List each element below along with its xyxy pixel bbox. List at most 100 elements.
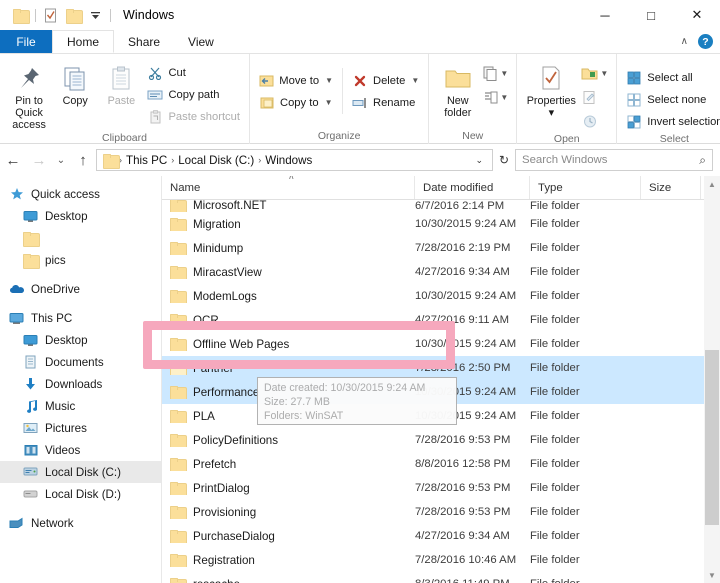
search-icon[interactable]: ⌕ [699,153,706,168]
maximize-button[interactable]: □ [628,0,674,30]
sidebar-item-videos[interactable]: Videos [0,439,161,461]
qat-folder-icon[interactable] [9,4,31,26]
copy-to-button[interactable]: Copy to ▼ [256,92,336,113]
easy-access-row[interactable]: ▼ [482,86,508,108]
select-none-button[interactable]: Select none [623,89,720,110]
ribbon-group-organize: Move to ▼ Copy to ▼ Delete ▼ Rename Orga… [250,54,430,144]
table-row[interactable]: Minidump 7/28/2016 2:19 PM File folder [162,236,720,260]
back-button[interactable]: ← [0,152,26,169]
breadcrumb-dropdown-icon[interactable]: ⌄ [470,155,488,166]
tab-view[interactable]: View [174,30,228,53]
column-header-type[interactable]: Type [530,176,641,199]
paste-shortcut-button[interactable]: Paste shortcut [144,106,243,127]
row-date: 6/7/2016 2:14 PM [415,200,505,212]
move-to-button[interactable]: Move to ▼ [256,70,336,91]
sidebar-item-unnamed-folder[interactable] [0,227,161,249]
row-name-cell: Minidump [162,241,415,255]
table-row[interactable]: PolicyDefinitions 7/28/2016 9:53 PM File… [162,428,720,452]
table-row[interactable]: PurchaseDialog 4/27/2016 9:34 AM File fo… [162,524,720,548]
invert-selection-button[interactable]: Invert selection [623,111,720,132]
table-row[interactable]: Offline Web Pages 10/30/2015 9:24 AM Fil… [162,332,720,356]
table-row[interactable]: ModemLogs 10/30/2015 9:24 AM File folder [162,284,720,308]
table-row[interactable]: Registration 7/28/2016 10:46 AM File fol… [162,548,720,572]
open-with-caret-icon[interactable]: ▼ [600,69,608,78]
select-none-icon [626,92,642,108]
column-header-name[interactable]: ∧ Name [162,176,415,199]
sidebar-item-quick-access[interactable]: Quick access [0,183,161,205]
sidebar-item-documents[interactable]: Documents [0,351,161,373]
tab-file[interactable]: File [0,30,52,53]
breadcrumb-this-pc[interactable]: This PC [123,154,170,167]
qat-divider [35,8,36,22]
paste-button[interactable]: Paste [98,60,144,107]
qat-properties-icon[interactable] [40,4,62,26]
sidebar-item-this-pc[interactable]: This PC [0,307,161,329]
copy-to-caret-icon[interactable]: ▼ [325,98,333,107]
qat-new-folder-icon[interactable] [62,4,84,26]
delete-caret-icon[interactable]: ▼ [411,76,419,85]
move-to-caret-icon[interactable]: ▼ [325,76,333,85]
copy-path-button[interactable]: Copy path [144,84,243,105]
sidebar-item-desktop[interactable]: Desktop [0,329,161,351]
breadcrumb-local-disk-c[interactable]: Local Disk (C:) [175,154,257,167]
recent-locations-button[interactable]: ⌄ [52,155,70,166]
folder-icon [170,409,187,423]
open-with-row[interactable]: ▼ [581,62,608,84]
table-row[interactable]: OCR 4/27/2016 9:11 AM File folder [162,308,720,332]
sidebar-item-network[interactable]: Network [0,512,161,534]
forward-button[interactable]: → [26,152,52,169]
up-button[interactable]: ↑ [70,152,96,169]
pin-to-quick-access-button[interactable]: Pin to Quick access [6,60,52,131]
scroll-down-arrow[interactable]: ▼ [704,567,720,583]
table-row[interactable]: Migration 10/30/2015 9:24 AM File folder [162,212,720,236]
select-all-button[interactable]: Select all [623,67,720,88]
collapse-ribbon-icon[interactable]: ∧ [681,36,688,47]
folder-icon [170,289,187,303]
vertical-scrollbar[interactable]: ▲ ▼ [704,176,720,583]
file-explorer-window: Windows ─ □ ✕ File Home Share View ∧ ? P… [0,0,720,583]
search-box[interactable]: Search Windows ⌕ [515,149,713,171]
minimize-button[interactable]: ─ [582,0,628,30]
table-row[interactable]: Provisioning 7/28/2016 9:53 PM File fold… [162,500,720,524]
column-header-date-modified[interactable]: Date modified [415,176,530,199]
rename-button[interactable]: Rename [349,92,422,113]
history-row[interactable] [581,110,608,132]
sidebar-label-this-pc: This PC [31,311,73,325]
edit-row[interactable] [581,86,608,108]
refresh-button[interactable]: ↻ [493,153,515,167]
sidebar-item-music[interactable]: Music [0,395,161,417]
sidebar-item-pics[interactable]: pics [0,249,161,271]
tab-home[interactable]: Home [52,30,115,53]
table-row[interactable]: Microsoft.NET 6/7/2016 2:14 PM File fold… [162,200,720,212]
sidebar-item-local-disk-d[interactable]: Local Disk (D:) [0,483,161,505]
breadcrumb-windows[interactable]: Windows [262,154,315,167]
scrollbar-thumb[interactable] [705,350,719,525]
sidebar-item-onedrive[interactable]: OneDrive [0,278,161,300]
qat-customize-button[interactable] [84,4,106,26]
properties-button-caret[interactable]: ▾ [549,107,554,119]
new-folder-button[interactable]: New folder [435,60,480,119]
table-row[interactable]: PrintDialog 7/28/2016 9:53 PM File folde… [162,476,720,500]
new-item-row[interactable]: ▼ [482,62,508,84]
search-input[interactable]: Search Windows [522,154,607,166]
sidebar-item-pictures[interactable]: Pictures [0,417,161,439]
copy-button[interactable]: Copy [52,60,98,107]
table-row[interactable]: Prefetch 8/8/2016 12:58 PM File folder [162,452,720,476]
sidebar-item-local-disk-c[interactable]: Local Disk (C:) [0,461,161,483]
table-row[interactable]: rescache 8/3/2016 11:49 PM File folder [162,572,720,583]
column-header-size[interactable]: Size [641,176,701,199]
sidebar-item-downloads[interactable]: Downloads [0,373,161,395]
window-title: Windows [123,8,175,22]
help-icon[interactable]: ? [698,34,713,49]
breadcrumb-bar[interactable]: › This PC › Local Disk (C:) › Windows ⌄ [96,149,493,171]
properties-button[interactable]: Properties ▾ [523,60,579,119]
tab-share[interactable]: Share [114,30,174,53]
sidebar-item-desktop-qa[interactable]: Desktop [0,205,161,227]
scroll-up-arrow[interactable]: ▲ [704,176,720,192]
close-button[interactable]: ✕ [674,0,720,30]
cut-button[interactable]: Cut [144,62,243,83]
new-item-caret-icon[interactable]: ▼ [500,69,508,78]
table-row[interactable]: MiracastView 4/27/2016 9:34 AM File fold… [162,260,720,284]
easy-access-caret-icon[interactable]: ▼ [500,93,508,102]
delete-button[interactable]: Delete ▼ [349,70,422,91]
